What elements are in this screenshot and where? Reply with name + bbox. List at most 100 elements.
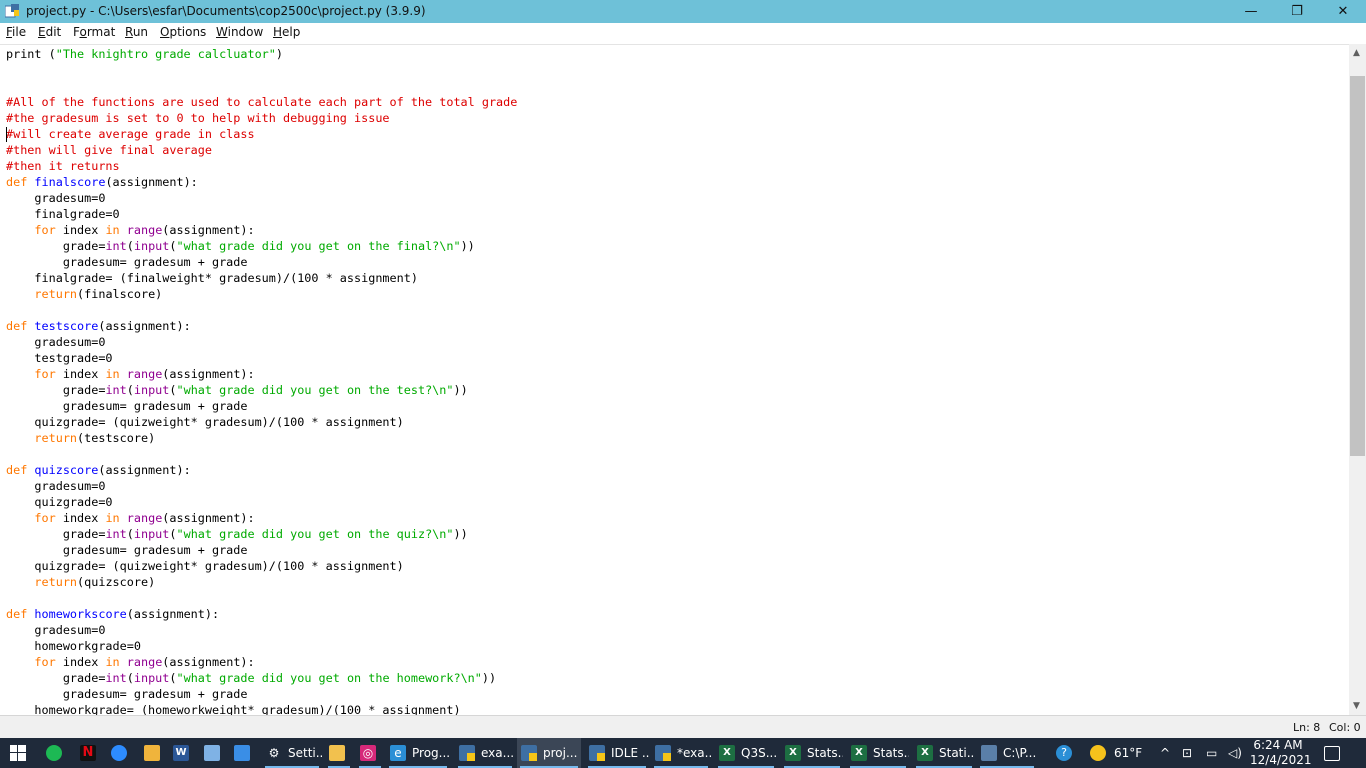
code-line[interactable]: #the gradesum is set to 0 to help with d… <box>6 110 517 126</box>
code-line[interactable]: for index in range(assignment): <box>6 222 517 238</box>
code-line[interactable]: grade=int(input("what grade did you get … <box>6 238 517 254</box>
menu-file[interactable]: File <box>6 25 26 39</box>
code-line[interactable] <box>6 446 517 462</box>
code-editor[interactable]: print ("The knightro grade calcluator") … <box>0 44 1349 716</box>
mail-taskbar-icon[interactable] <box>234 738 250 768</box>
start-button[interactable] <box>10 738 26 768</box>
code-token: (assignment): <box>105 175 198 189</box>
code-line[interactable]: gradesum= gradesum + grade <box>6 686 517 702</box>
taskbar-edge-prog[interactable]: e Prog... <box>386 738 450 768</box>
code-token: ) <box>275 47 284 61</box>
word-taskbar-icon[interactable]: W <box>173 738 189 768</box>
code-text[interactable]: print ("The knightro grade calcluator") … <box>6 46 517 716</box>
taskbar-excel-stats1[interactable]: X Stats... <box>781 738 843 768</box>
windows-logo-icon <box>10 745 26 761</box>
code-line[interactable] <box>6 78 517 94</box>
help-tray-icon[interactable]: ? <box>1056 738 1072 768</box>
netflix-taskbar-icon[interactable]: N <box>80 738 96 768</box>
taskbar-idle-proj[interactable]: proj... <box>517 738 581 768</box>
code-line[interactable]: quizgrade= (quizweight* gradesum)/(100 *… <box>6 414 517 430</box>
taskbar-idle-exa[interactable]: exa... <box>455 738 515 768</box>
menu-edit[interactable]: Edit <box>38 25 61 39</box>
code-line[interactable]: def homeworkscore(assignment): <box>6 606 517 622</box>
menu-help[interactable]: Help <box>273 25 300 39</box>
code-line[interactable]: gradesum= gradesum + grade <box>6 398 517 414</box>
code-token: for <box>34 367 56 381</box>
code-line[interactable]: gradesum=0 <box>6 190 517 206</box>
code-line[interactable]: return(quizscore) <box>6 574 517 590</box>
menu-window[interactable]: Window <box>216 25 263 39</box>
code-line[interactable]: return(finalscore) <box>6 286 517 302</box>
scroll-up-icon[interactable]: ▲ <box>1353 48 1360 58</box>
notifications-button[interactable] <box>1324 738 1340 768</box>
show-hidden-icons[interactable]: ^ <box>1160 738 1170 768</box>
code-line[interactable]: gradesum=0 <box>6 622 517 638</box>
zoom-taskbar-icon[interactable] <box>111 738 127 768</box>
code-line[interactable]: homeworkgrade=0 <box>6 638 517 654</box>
code-token: quizgrade= (quizweight* gradesum)/(100 *… <box>6 559 404 573</box>
scroll-thumb[interactable] <box>1350 76 1365 456</box>
code-line[interactable] <box>6 590 517 606</box>
code-line[interactable]: gradesum= gradesum + grade <box>6 542 517 558</box>
taskbar-excel-stats2[interactable]: X Stats... <box>847 738 909 768</box>
excel-icon: X <box>917 745 933 761</box>
code-line[interactable]: grade=int(input("what grade did you get … <box>6 670 517 686</box>
folder-icon <box>329 745 345 761</box>
menu-options[interactable]: Options <box>160 25 206 39</box>
code-line[interactable]: #All of the functions are used to calcul… <box>6 94 517 110</box>
code-token: testgrade=0 <box>6 351 113 365</box>
clock-time: 6:24 AM <box>1253 738 1303 752</box>
code-line[interactable]: #then it returns <box>6 158 517 174</box>
minimize-button[interactable]: — <box>1228 0 1274 23</box>
pc-taskbar-icon[interactable] <box>204 738 220 768</box>
spotify-taskbar-icon[interactable] <box>46 738 62 768</box>
code-line[interactable]: def finalscore(assignment): <box>6 174 517 190</box>
home-taskbar-icon[interactable] <box>144 738 160 768</box>
volume-tray[interactable]: ◁) <box>1228 738 1242 768</box>
taskbar-excel-q3s[interactable]: X Q3S... <box>715 738 777 768</box>
code-line[interactable] <box>6 62 517 78</box>
taskbar-excel-stati[interactable]: X Stati... <box>913 738 975 768</box>
speaker-icon: ◁) <box>1228 746 1242 760</box>
code-line[interactable]: gradesum=0 <box>6 478 517 494</box>
taskbar-cmd-cp[interactable]: C:\P... <box>977 738 1037 768</box>
menu-run[interactable]: Run <box>125 25 148 39</box>
excel-icon: X <box>719 745 735 761</box>
code-line[interactable]: grade=int(input("what grade did you get … <box>6 382 517 398</box>
vertical-scrollbar[interactable]: ▲ ▼ <box>1349 44 1366 715</box>
code-line[interactable]: return(testscore) <box>6 430 517 446</box>
code-line[interactable]: for index in range(assignment): <box>6 366 517 382</box>
network-tray[interactable]: ⊡ <box>1182 738 1192 768</box>
code-line[interactable]: gradesum= gradesum + grade <box>6 254 517 270</box>
taskbar-file-explorer[interactable] <box>325 738 353 768</box>
code-line[interactable]: grade=int(input("what grade did you get … <box>6 526 517 542</box>
taskbar-instagram[interactable]: ◎ <box>356 738 384 768</box>
code-line[interactable]: testgrade=0 <box>6 350 517 366</box>
code-line[interactable]: for index in range(assignment): <box>6 510 517 526</box>
weather-widget[interactable]: 61°F <box>1090 738 1142 768</box>
code-line[interactable]: for index in range(assignment): <box>6 654 517 670</box>
code-line[interactable]: def testscore(assignment): <box>6 318 517 334</box>
code-line[interactable]: quizgrade=0 <box>6 494 517 510</box>
code-line[interactable]: homeworkgrade= (homeworkweight* gradesum… <box>6 702 517 716</box>
close-button[interactable]: ✕ <box>1320 0 1366 23</box>
taskbar-idle-shell[interactable]: IDLE ... <box>585 738 649 768</box>
battery-tray[interactable]: ▭ <box>1206 738 1217 768</box>
taskbar-idle-exa2[interactable]: *exa... <box>651 738 711 768</box>
code-line[interactable]: def quizscore(assignment): <box>6 462 517 478</box>
code-line[interactable]: finalgrade=0 <box>6 206 517 222</box>
taskbar-settings[interactable]: ⚙ Setti... <box>262 738 322 768</box>
code-line[interactable]: #will create average grade in class <box>6 126 517 142</box>
code-line[interactable]: finalgrade= (finalweight* gradesum)/(100… <box>6 270 517 286</box>
code-token: (testscore) <box>77 431 156 445</box>
code-line[interactable]: #then will give final average <box>6 142 517 158</box>
clock[interactable]: 6:24 AM 12/4/2021 <box>1250 738 1312 768</box>
maximize-button[interactable]: ❐ <box>1274 0 1320 23</box>
menu-format[interactable]: Format <box>73 25 115 39</box>
menu-help-rest: elp <box>282 25 301 39</box>
code-line[interactable]: gradesum=0 <box>6 334 517 350</box>
code-line[interactable]: print ("The knightro grade calcluator") <box>6 46 517 62</box>
scroll-down-icon[interactable]: ▼ <box>1353 701 1360 711</box>
code-line[interactable]: quizgrade= (quizweight* gradesum)/(100 *… <box>6 558 517 574</box>
code-line[interactable] <box>6 302 517 318</box>
